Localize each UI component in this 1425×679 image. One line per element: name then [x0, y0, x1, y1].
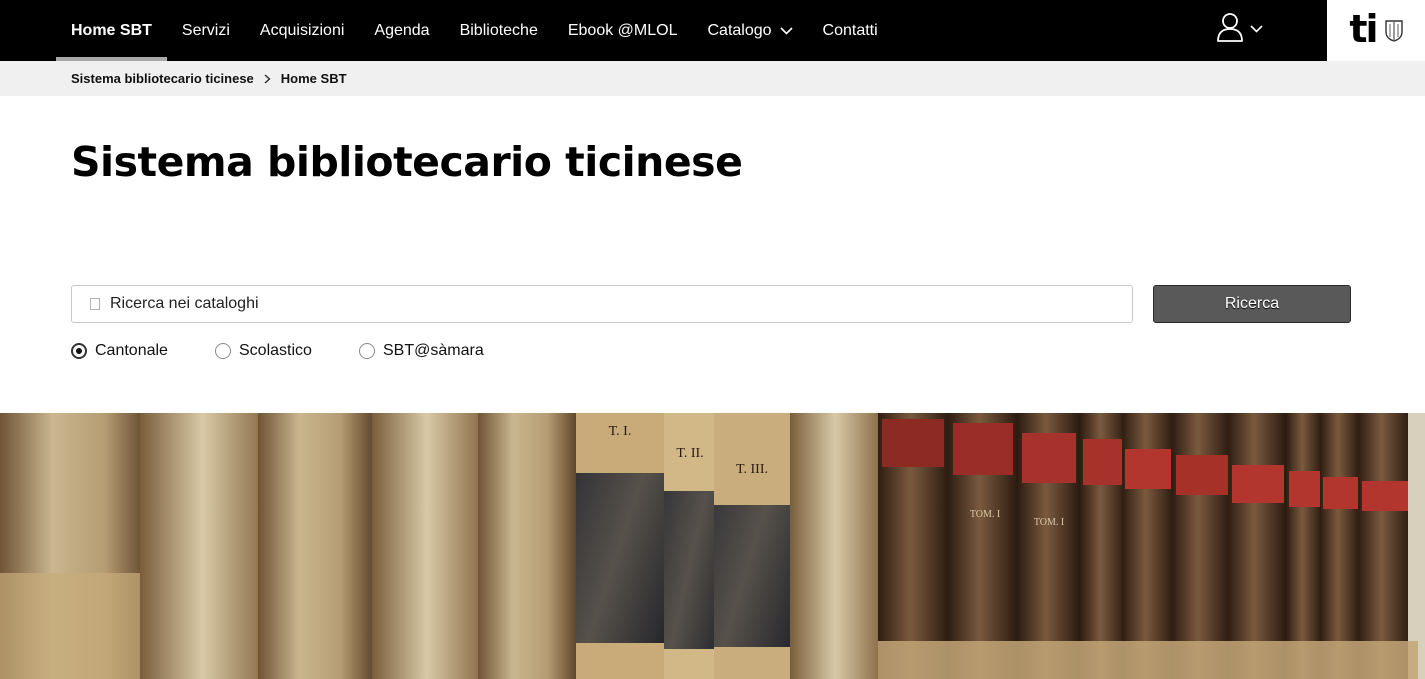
nav-item-label: Servizi [181, 21, 230, 39]
breadcrumb: Sistema bibliotecario ticinese Home SBT [71, 61, 347, 96]
nav-item-ebook-mlol[interactable]: Ebook @MLOL [553, 0, 693, 61]
radio-dot[interactable] [71, 343, 87, 359]
radio-label: SBT@sàmara [383, 342, 484, 359]
nav-item-acquisizioni[interactable]: Acquisizioni [245, 0, 359, 61]
search-button[interactable]: Ricerca [1153, 285, 1351, 323]
nav-item-biblioteche[interactable]: Biblioteche [445, 0, 553, 61]
radio-label: Cantonale [95, 342, 168, 359]
spine-label: T. III. [736, 462, 768, 477]
chevron-down-icon [779, 26, 793, 35]
nav-item-contatti[interactable]: Contatti [808, 0, 893, 61]
chevron-right-icon [264, 74, 271, 84]
nav-item-label: Agenda [374, 21, 430, 39]
nav-item-label: Ebook @MLOL [567, 21, 678, 39]
spine-label: T. I. [609, 424, 632, 439]
radio-sbt-samara[interactable]: SBT@sàmara [359, 342, 484, 360]
radio-scolastico[interactable]: Scolastico [215, 342, 359, 360]
shield-icon [1384, 19, 1403, 42]
nav-item-servizi[interactable]: Servizi [167, 0, 245, 61]
search-icon [90, 298, 100, 310]
top-navigation: Home SBT Servizi Acquisizioni Agenda Bib… [0, 0, 1425, 61]
books-illustration: T. I. T. II. T. III. TOM. I TOM. I [0, 413, 1425, 679]
search-field[interactable] [71, 285, 1133, 323]
nav-item-home-sbt[interactable]: Home SBT [56, 0, 167, 61]
chevron-down-icon [1250, 25, 1263, 33]
breadcrumb-bar: Sistema bibliotecario ticinese Home SBT [0, 61, 1425, 96]
nav-item-label: Catalogo [707, 21, 772, 39]
spine-label: TOM. I [970, 509, 1000, 520]
leather-books [878, 413, 1425, 679]
logo-text: ti [1349, 6, 1378, 51]
main-menu: Home SBT Servizi Acquisizioni Agenda Bib… [56, 0, 893, 61]
catalog-selector: Cantonale Scolastico SBT@sàmara [71, 340, 484, 362]
spine-label: T. II. [676, 446, 703, 461]
spine-label: TOM. I [1034, 517, 1064, 528]
page-title: Sistema bibliotecario ticinese [71, 138, 743, 186]
breadcrumb-current: Home SBT [280, 71, 347, 86]
user-icon [1216, 12, 1244, 47]
radio-dot[interactable] [359, 343, 375, 359]
nav-item-agenda[interactable]: Agenda [359, 0, 444, 61]
nav-item-label: Acquisizioni [259, 21, 345, 39]
canton-ticino-logo[interactable]: ti [1327, 0, 1425, 61]
hero-image-books: T. I. T. II. T. III. TOM. I TOM. I [0, 413, 1425, 679]
radio-dot[interactable] [215, 343, 231, 359]
user-menu-button[interactable] [1216, 8, 1276, 50]
nav-item-label: Biblioteche [459, 21, 538, 39]
nav-item-label: Home SBT [71, 21, 152, 39]
breadcrumb-link-sbt[interactable]: Sistema bibliotecario ticinese [71, 71, 254, 86]
radio-cantonale[interactable]: Cantonale [71, 342, 215, 360]
radio-label: Scolastico [239, 342, 312, 359]
search-input[interactable] [110, 295, 1132, 313]
nav-item-catalogo[interactable]: Catalogo [692, 0, 807, 61]
nav-item-label: Contatti [822, 21, 878, 39]
